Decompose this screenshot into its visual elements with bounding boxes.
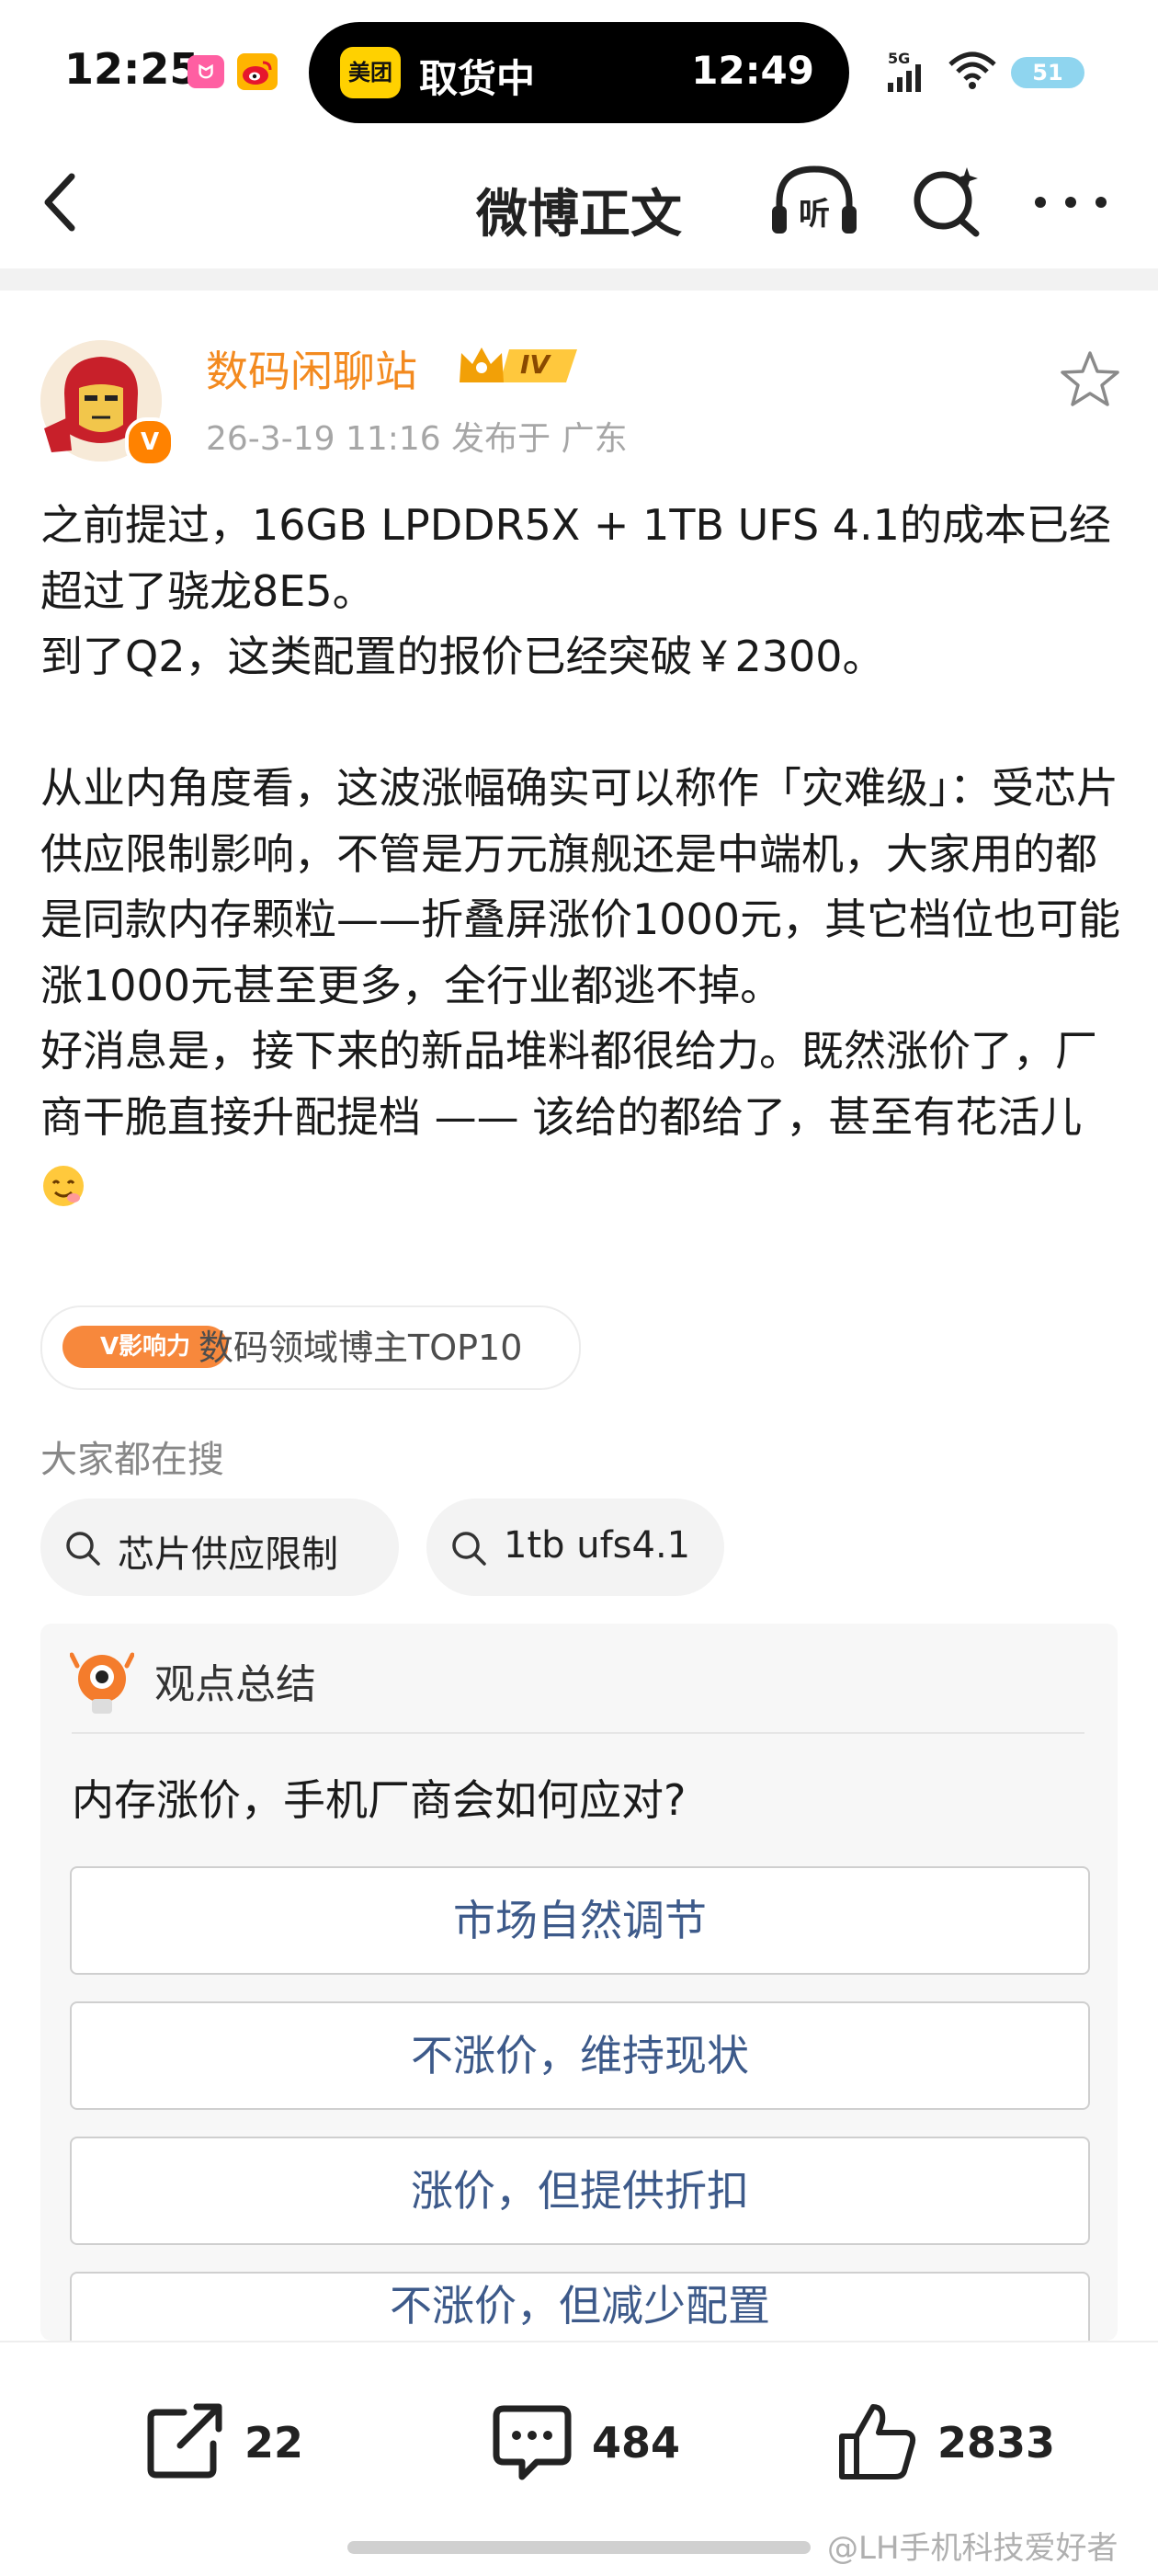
opinion-summary-card: 观点总结 内存涨价，手机厂商会如何应对? 市场自然调节 不涨价，维持现状 涨价，… <box>40 1624 1118 2347</box>
island-status-text: 取货中 <box>419 56 536 101</box>
listen-icon: 听 <box>772 165 857 234</box>
crown-icon <box>460 348 577 382</box>
content-text: 好消息是，接下来的新品堆料都很给力。既然涨价了，厂商干脆直接升配提档 —— 该给… <box>40 1026 1097 1142</box>
island-time: 12:49 <box>691 48 814 93</box>
bilibili-app-icon: ᗢ <box>187 55 224 88</box>
search-icon <box>66 1532 100 1566</box>
comment-icon <box>493 2405 572 2480</box>
search-icon <box>452 1532 486 1566</box>
battery-level: 51 <box>1032 60 1063 85</box>
poll-option[interactable]: 涨价，但提供折扣 <box>70 2137 1090 2245</box>
more-icon[interactable] <box>1029 175 1112 230</box>
signal-icon <box>888 64 921 92</box>
svg-text:听: 听 <box>799 196 830 233</box>
level-text: IV <box>520 349 551 380</box>
comment-count: 484 <box>592 2418 681 2468</box>
battery-icon: 51 <box>1011 57 1084 88</box>
smiling-face-emoji-icon <box>43 1165 84 1206</box>
status-bar: 12:25 ᗢ 美团 取货中 12:49 5G 51 <box>0 0 1158 138</box>
post-time-location: 26-3-19 11:16 发布于 广东 <box>206 420 628 458</box>
weibo-app-icon <box>237 53 278 90</box>
content-paragraph: 从业内角度看，这波涨幅确实可以称作「灾难级」：受芯片供应限制影响，不管是万元旗舰… <box>40 763 1121 1010</box>
share-count: 22 <box>244 2418 304 2468</box>
favorite-star-icon[interactable] <box>1059 348 1121 410</box>
search-chip-label: 芯片供应限制 <box>118 1533 338 1576</box>
verified-badge: V <box>125 417 175 467</box>
dynamic-island[interactable]: 美团 取货中 12:49 <box>309 22 849 123</box>
search-chip-label: 1tb ufs4.1 <box>504 1524 691 1567</box>
status-time: 12:25 <box>64 44 199 94</box>
bottom-action-bar: 22 484 2833 @LH手机科技爱好者 <box>0 2341 1158 2576</box>
like-count: 2833 <box>937 2418 1056 2468</box>
search-icon[interactable] <box>906 160 989 243</box>
share-icon <box>147 2403 222 2479</box>
wifi-icon <box>948 51 996 89</box>
section-divider <box>0 268 1158 291</box>
thumbs-up-icon <box>839 2404 916 2479</box>
influence-tag[interactable]: V影响力 数码领域博主TOP10 <box>40 1305 581 1390</box>
hot-search-title: 大家都在搜 <box>40 1439 224 1481</box>
listen-button[interactable]: 听 <box>768 160 860 243</box>
content-paragraph: 到了Q2，这类配置的报价已经突破￥2300。 <box>40 632 885 681</box>
summary-title: 观点总结 <box>154 1661 316 1708</box>
content-paragraph: 之前提过，16GB LPDDR5X + 1TB UFS 4.1的成本已经超过了骁… <box>40 500 1111 616</box>
poll-option[interactable]: 市场自然调节 <box>70 1866 1090 1975</box>
post-content: 之前提过，16GB LPDDR5X + 1TB UFS 4.1的成本已经超过了骁… <box>40 493 1125 1216</box>
content-paragraph: 好消息是，接下来的新品堆料都很给力。既然涨价了，厂商干脆直接升配提档 —— 该给… <box>40 1019 1125 1216</box>
level-badge[interactable]: IV <box>456 340 581 392</box>
nav-bar: 微博正文 听 <box>0 138 1158 267</box>
search-chip[interactable]: 芯片供应限制 <box>40 1499 399 1596</box>
poll-question: 内存涨价，手机厂商会如何应对? <box>72 1775 687 1825</box>
like-button[interactable]: 2833 <box>836 2399 1075 2491</box>
poll-option[interactable]: 不涨价，但减少配置 <box>70 2272 1090 2347</box>
status-indicators: 5G 51 <box>888 48 1108 94</box>
search-chip[interactable]: 1tb ufs4.1 <box>426 1499 724 1596</box>
poll-option[interactable]: 不涨价，维持现状 <box>70 2001 1090 2110</box>
watermark: @LH手机科技爱好者 <box>827 2530 1118 2567</box>
influence-text: 数码领域博主TOP10 <box>199 1328 523 1368</box>
share-button[interactable]: 22 <box>143 2399 327 2491</box>
robot-mascot-icon <box>70 1652 134 1714</box>
card-divider <box>72 1732 1084 1734</box>
comment-button[interactable]: 484 <box>491 2399 711 2491</box>
author-name[interactable]: 数码闲聊站 <box>206 338 417 399</box>
meituan-logo: 美团 <box>340 47 401 98</box>
home-indicator[interactable] <box>347 2541 811 2554</box>
